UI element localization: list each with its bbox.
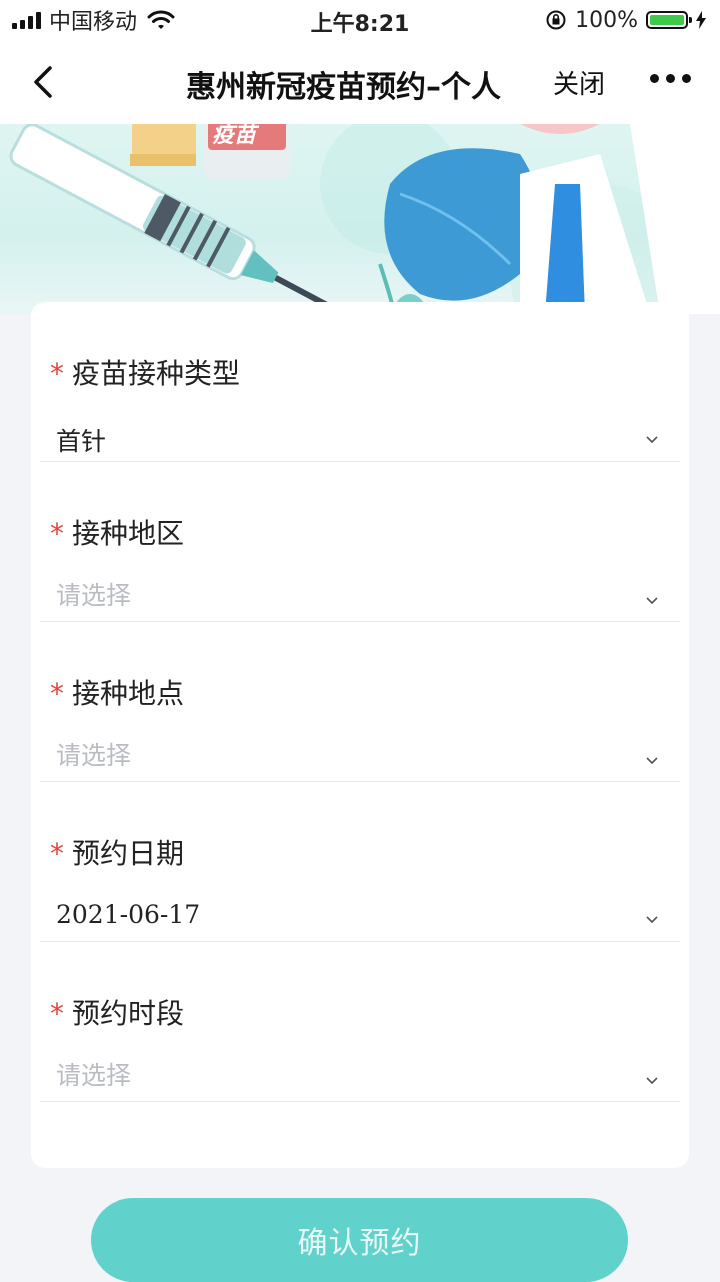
- chevron-down-icon[interactable]: [646, 916, 658, 924]
- field-label: * 预约时段: [50, 997, 185, 1030]
- field-vaccination-site[interactable]: * 接种地点 请选择: [40, 622, 680, 782]
- field-label: * 接种地区: [50, 517, 185, 550]
- vial-label: 疫苗: [212, 124, 260, 148]
- vaccine-type-select[interactable]: 首针: [56, 422, 106, 458]
- charging-bolt-icon: [696, 11, 706, 29]
- confirm-appointment-button[interactable]: 确认预约: [91, 1198, 628, 1282]
- vaccine-banner-illustration: 疫苗: [0, 124, 720, 314]
- required-marker: *: [50, 517, 64, 550]
- back-arrow-icon[interactable]: [26, 62, 66, 102]
- chevron-down-icon[interactable]: [646, 1077, 658, 1085]
- field-label: * 疫苗接种类型: [50, 357, 241, 390]
- battery-level-fill: [650, 15, 684, 25]
- field-vaccination-region[interactable]: * 接种地区 请选择: [40, 462, 680, 622]
- battery-icon: [646, 11, 692, 29]
- status-bar: 中国移动 上午8:21 100%: [0, 0, 720, 40]
- date-select[interactable]: 2021-06-17: [56, 900, 200, 929]
- page-title: 惠州新冠疫苗预约–个人: [186, 70, 501, 105]
- required-marker: *: [50, 837, 64, 870]
- close-button[interactable]: 关闭: [553, 64, 605, 101]
- region-select[interactable]: 请选择: [56, 576, 131, 612]
- field-vaccine-type[interactable]: * 疫苗接种类型 首针: [40, 302, 680, 462]
- field-label: * 预约日期: [50, 837, 185, 870]
- time-slot-select[interactable]: 请选择: [56, 1056, 131, 1092]
- site-select[interactable]: 请选择: [56, 736, 131, 772]
- orientation-lock-icon: [546, 10, 566, 30]
- chevron-down-icon[interactable]: [646, 757, 658, 765]
- divider: [40, 1101, 680, 1102]
- battery-percent: 100%: [575, 7, 638, 33]
- required-marker: *: [50, 997, 64, 1030]
- chevron-down-icon[interactable]: [646, 597, 658, 605]
- required-marker: *: [50, 357, 64, 390]
- required-marker: *: [50, 677, 64, 710]
- banner-art: 疫苗: [9, 124, 720, 314]
- more-options-icon[interactable]: [650, 74, 691, 83]
- chevron-down-icon[interactable]: [646, 436, 658, 444]
- status-bar-right: 100%: [545, 6, 706, 34]
- field-label: * 接种地点: [50, 677, 185, 710]
- field-time-slot[interactable]: * 预约时段 请选择: [40, 942, 680, 1102]
- appointment-form-card: * 疫苗接种类型 首针 * 接种地区 请选择 * 接种地点 请选择 * 预约日期 202…: [31, 302, 689, 1168]
- field-appointment-date[interactable]: * 预约日期 2021-06-17: [40, 782, 680, 942]
- navigation-bar: 惠州新冠疫苗预约–个人 关闭: [0, 40, 720, 124]
